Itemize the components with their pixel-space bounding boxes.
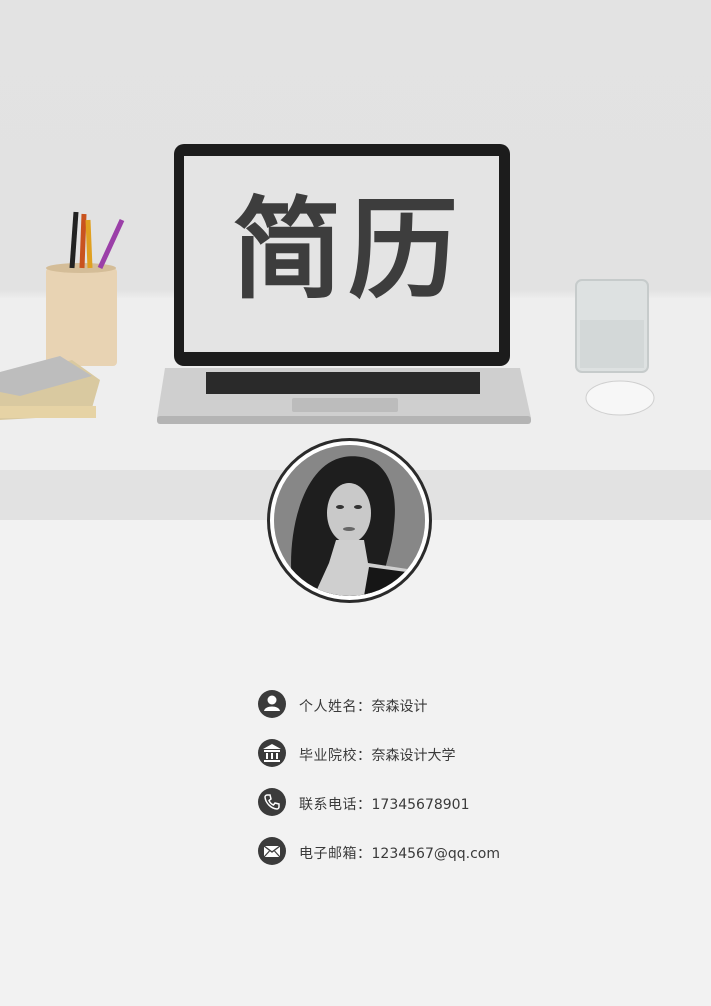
resume-cover: 简历 个人姓名：奈森设计 毕业院校：奈森设计大学 联系电话：1734567890… <box>0 0 711 1006</box>
contact-info: 个人姓名：奈森设计 毕业院校：奈森设计大学 联系电话：17345678901 电… <box>256 690 576 886</box>
info-label: 联系电话： <box>299 797 372 813</box>
avatar <box>274 445 425 596</box>
person-icon <box>258 690 286 718</box>
glass-icon <box>575 279 649 373</box>
info-name-text: 个人姓名：奈森设计 <box>299 696 428 716</box>
info-value: 奈森设计大学 <box>371 748 456 764</box>
info-value: 奈森设计 <box>371 699 428 715</box>
info-email-text: 电子邮箱：1234567@qq.com <box>299 843 500 863</box>
info-row-phone: 联系电话：17345678901 <box>256 788 576 837</box>
info-label: 电子邮箱： <box>299 846 372 862</box>
info-value: 17345678901 <box>371 797 470 813</box>
screen-title: 简历 <box>232 185 464 314</box>
info-row-name: 个人姓名：奈森设计 <box>256 690 576 739</box>
info-phone-text: 联系电话：17345678901 <box>299 794 469 814</box>
info-row-email: 电子邮箱：1234567@qq.com <box>256 837 576 886</box>
pencil-cup-icon <box>46 211 125 366</box>
phone-icon <box>258 788 286 816</box>
mail-icon <box>258 837 286 865</box>
info-school-text: 毕业院校：奈森设计大学 <box>299 745 456 765</box>
info-value: 1234567@qq.com <box>371 846 500 862</box>
school-icon <box>258 739 286 767</box>
info-label: 个人姓名： <box>299 699 372 715</box>
info-label: 毕业院校： <box>299 748 372 764</box>
mouse-icon <box>585 380 655 416</box>
info-row-school: 毕业院校：奈森设计大学 <box>256 739 576 788</box>
portrait-photo-icon <box>274 445 425 596</box>
